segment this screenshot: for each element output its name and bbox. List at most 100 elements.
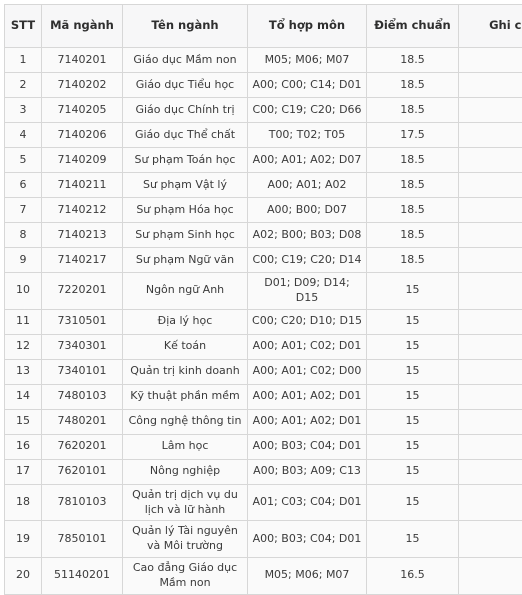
column-header-ten-nganh: Tên ngành bbox=[123, 5, 248, 48]
cell-ten: Giáo dục Tiểu học bbox=[123, 73, 248, 98]
cell-to: C00; C20; D10; D15 bbox=[248, 309, 367, 334]
cell-ghi bbox=[459, 558, 522, 595]
cell-to: A00; A01; A02 bbox=[248, 173, 367, 198]
cell-diem: 17.5 bbox=[367, 123, 459, 148]
cell-ghi bbox=[459, 459, 522, 484]
cell-ghi bbox=[459, 148, 522, 173]
table-row: 157480201Công nghệ thông tinA00; A01; A0… bbox=[5, 409, 522, 434]
cell-diem: 15 bbox=[367, 459, 459, 484]
cell-ten: Sư phạm Hóa học bbox=[123, 198, 248, 223]
cell-ten: Cao đẳng Giáo dục Mầm non bbox=[123, 558, 248, 595]
table-row: 197850101Quản lý Tài nguyên và Môi trườn… bbox=[5, 521, 522, 558]
admission-score-table-container: STT Mã ngành Tên ngành Tổ hợp môn Điểm c… bbox=[0, 0, 522, 595]
table-row: 107220201Ngôn ngữ AnhD01; D09; D14; D151… bbox=[5, 273, 522, 310]
cell-ma: 7850101 bbox=[42, 521, 123, 558]
cell-to: C00; C19; C20; D14 bbox=[248, 248, 367, 273]
table-row: 167620201Lâm họcA00; B03; C04; D0115 bbox=[5, 434, 522, 459]
table-row: 27140202Giáo dục Tiểu họcA00; C00; C14; … bbox=[5, 73, 522, 98]
cell-ma: 7140209 bbox=[42, 148, 123, 173]
cell-stt: 6 bbox=[5, 173, 42, 198]
cell-diem: 15 bbox=[367, 434, 459, 459]
cell-ten: Quản lý Tài nguyên và Môi trường bbox=[123, 521, 248, 558]
cell-ten: Quản trị kinh doanh bbox=[123, 359, 248, 384]
cell-ghi bbox=[459, 173, 522, 198]
cell-to: A00; A01; A02; D07 bbox=[248, 148, 367, 173]
cell-diem: 18.5 bbox=[367, 223, 459, 248]
cell-ghi bbox=[459, 521, 522, 558]
table-row: 67140211Sư phạm Vật lýA00; A01; A0218.5 bbox=[5, 173, 522, 198]
cell-ma: 7810103 bbox=[42, 484, 123, 521]
cell-ma: 7140205 bbox=[42, 98, 123, 123]
cell-stt: 19 bbox=[5, 521, 42, 558]
cell-diem: 15 bbox=[367, 334, 459, 359]
cell-stt: 16 bbox=[5, 434, 42, 459]
table-row: 137340101Quản trị kinh doanhA00; A01; C0… bbox=[5, 359, 522, 384]
cell-diem: 18.5 bbox=[367, 73, 459, 98]
column-header-stt: STT bbox=[5, 5, 42, 48]
table-row: 177620101Nông nghiệpA00; B03; A09; C1315 bbox=[5, 459, 522, 484]
cell-ten: Quản trị dịch vụ du lịch và lữ hành bbox=[123, 484, 248, 521]
cell-diem: 15 bbox=[367, 273, 459, 310]
table-row: 147480103Kỹ thuật phần mềmA00; A01; A02;… bbox=[5, 384, 522, 409]
cell-diem: 18.5 bbox=[367, 248, 459, 273]
cell-to: M05; M06; M07 bbox=[248, 48, 367, 73]
cell-diem: 18.5 bbox=[367, 48, 459, 73]
cell-to: T00; T02; T05 bbox=[248, 123, 367, 148]
admission-score-table: STT Mã ngành Tên ngành Tổ hợp môn Điểm c… bbox=[4, 4, 522, 595]
cell-ma: 7140212 bbox=[42, 198, 123, 223]
table-row: 17140201Giáo dục Mầm nonM05; M06; M0718.… bbox=[5, 48, 522, 73]
column-header-ma-nganh: Mã ngành bbox=[42, 5, 123, 48]
cell-stt: 17 bbox=[5, 459, 42, 484]
cell-to: A00; A01; A02; D01 bbox=[248, 409, 367, 434]
cell-to: A00; B00; D07 bbox=[248, 198, 367, 223]
table-row: 87140213Sư phạm Sinh họcA02; B00; B03; D… bbox=[5, 223, 522, 248]
cell-diem: 15 bbox=[367, 484, 459, 521]
cell-to: A00; A01; A02; D01 bbox=[248, 384, 367, 409]
cell-ten: Nông nghiệp bbox=[123, 459, 248, 484]
cell-ma: 7340101 bbox=[42, 359, 123, 384]
cell-to: A00; A01; C02; D00 bbox=[248, 359, 367, 384]
column-header-to-hop-mon: Tổ hợp môn bbox=[248, 5, 367, 48]
cell-diem: 15 bbox=[367, 521, 459, 558]
cell-ghi bbox=[459, 123, 522, 148]
cell-stt: 14 bbox=[5, 384, 42, 409]
table-row: 47140206Giáo dục Thể chấtT00; T02; T0517… bbox=[5, 123, 522, 148]
cell-diem: 15 bbox=[367, 359, 459, 384]
cell-stt: 11 bbox=[5, 309, 42, 334]
cell-ghi bbox=[459, 434, 522, 459]
cell-ghi bbox=[459, 484, 522, 521]
cell-to: C00; C19; C20; D66 bbox=[248, 98, 367, 123]
cell-to: A00; B03; C04; D01 bbox=[248, 434, 367, 459]
cell-stt: 1 bbox=[5, 48, 42, 73]
column-header-diem-chuan: Điểm chuẩn bbox=[367, 5, 459, 48]
cell-diem: 16.5 bbox=[367, 558, 459, 595]
cell-ma: 51140201 bbox=[42, 558, 123, 595]
cell-to: A00; B03; A09; C13 bbox=[248, 459, 367, 484]
cell-to: A02; B00; B03; D08 bbox=[248, 223, 367, 248]
table-row: 37140205Giáo dục Chính trịC00; C19; C20;… bbox=[5, 98, 522, 123]
cell-ma: 7140206 bbox=[42, 123, 123, 148]
cell-ghi bbox=[459, 273, 522, 310]
cell-stt: 4 bbox=[5, 123, 42, 148]
cell-stt: 12 bbox=[5, 334, 42, 359]
cell-ma: 7140201 bbox=[42, 48, 123, 73]
cell-to: A00; A01; C02; D01 bbox=[248, 334, 367, 359]
column-header-ghi-chu: Ghi chú bbox=[459, 5, 522, 48]
cell-diem: 15 bbox=[367, 384, 459, 409]
cell-to: A00; C00; C14; D01 bbox=[248, 73, 367, 98]
table-body: 17140201Giáo dục Mầm nonM05; M06; M0718.… bbox=[5, 48, 522, 595]
cell-to: A01; C03; C04; D01 bbox=[248, 484, 367, 521]
cell-ma: 7140202 bbox=[42, 73, 123, 98]
cell-stt: 13 bbox=[5, 359, 42, 384]
cell-ten: Kế toán bbox=[123, 334, 248, 359]
cell-stt: 7 bbox=[5, 198, 42, 223]
cell-ma: 7480103 bbox=[42, 384, 123, 409]
cell-ten: Sư phạm Toán học bbox=[123, 148, 248, 173]
cell-ghi bbox=[459, 309, 522, 334]
cell-ten: Sư phạm Ngữ văn bbox=[123, 248, 248, 273]
cell-ghi bbox=[459, 384, 522, 409]
table-header: STT Mã ngành Tên ngành Tổ hợp môn Điểm c… bbox=[5, 5, 522, 48]
cell-ma: 7620101 bbox=[42, 459, 123, 484]
cell-ten: Sư phạm Sinh học bbox=[123, 223, 248, 248]
cell-ghi bbox=[459, 98, 522, 123]
